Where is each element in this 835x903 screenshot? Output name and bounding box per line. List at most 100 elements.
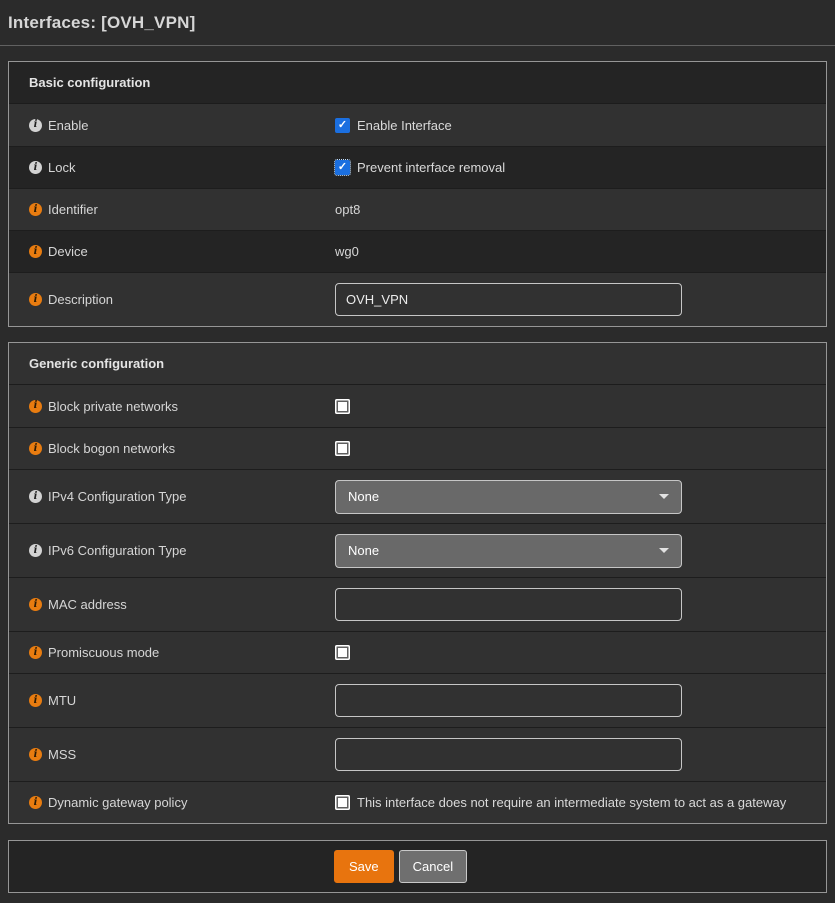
field-label-cell: i MSS (9, 747, 335, 762)
field-control-cell (335, 399, 826, 414)
field-label-cell: i IPv6 Configuration Type (9, 543, 335, 558)
action-bar: Save Cancel (8, 840, 827, 893)
field-label-cell: i Lock (9, 160, 335, 175)
field-control-cell (335, 738, 826, 771)
mss-input[interactable] (335, 738, 682, 771)
field-control-cell: This interface does not require an inter… (335, 795, 826, 810)
info-icon: i (29, 796, 42, 809)
save-button[interactable]: Save (334, 850, 394, 883)
cancel-button[interactable]: Cancel (399, 850, 467, 883)
field-label-cell: i Device (9, 244, 335, 259)
field-value: opt8 (335, 202, 360, 217)
info-icon: i (29, 161, 42, 174)
field-label-cell: i Promiscuous mode (9, 645, 335, 660)
description-input[interactable] (335, 283, 682, 316)
checkbox-label: Enable Interface (357, 118, 452, 133)
panel-basic-configuration: Basic configuration i Enable ✓ Enable Inter… (8, 61, 827, 327)
form-row-promiscuous-mode: i Promiscuous mode (9, 631, 826, 673)
info-icon: i (29, 646, 42, 659)
field-label-cell: i Block private networks (9, 399, 335, 414)
field-label-cell: i Identifier (9, 202, 335, 217)
field-control-cell (335, 441, 826, 456)
form-row-identifier: i Identifier opt8 (9, 188, 826, 230)
field-label: Enable (48, 118, 88, 133)
chevron-down-icon (659, 548, 669, 553)
form-row-lock: i Lock ✓ Prevent interface removal (9, 146, 826, 188)
promiscuous-mode-checkbox[interactable] (335, 645, 350, 660)
form-row-enable: i Enable ✓ Enable Interface (9, 104, 826, 146)
form-row-block-private-networks: i Block private networks (9, 385, 826, 427)
field-label: MSS (48, 747, 76, 762)
field-label-cell: i Block bogon networks (9, 441, 335, 456)
form-row-description: i Description (9, 272, 826, 326)
field-label-cell: i Description (9, 292, 335, 307)
info-icon: i (29, 442, 42, 455)
info-icon: i (29, 694, 42, 707)
field-control-cell: opt8 (335, 202, 826, 217)
form-row-mtu: i MTU (9, 673, 826, 727)
info-icon: i (29, 119, 42, 132)
form-row-block-bogon-networks: i Block bogon networks (9, 427, 826, 469)
field-label: Description (48, 292, 113, 307)
section-title: Basic configuration (9, 62, 826, 104)
form-row-ipv4-configuration-type: i IPv4 Configuration Type None (9, 469, 826, 523)
form-row-mac-address: iMAC address (9, 577, 826, 631)
block-private-networks-checkbox[interactable] (335, 399, 350, 414)
field-label: Device (48, 244, 88, 259)
checkbox-label: Prevent interface removal (357, 160, 505, 175)
dynamic-gateway-policy-checkbox[interactable] (335, 795, 350, 810)
section-title: Generic configuration (9, 343, 826, 385)
field-control-cell (335, 684, 826, 717)
field-label-cell: i Dynamic gateway policy (9, 795, 335, 810)
field-label-cell: i MTU (9, 693, 335, 708)
lock-checkbox[interactable]: ✓ (335, 160, 350, 175)
section-body: i Block private networks i Block bogon netw… (9, 385, 826, 823)
title-bar: Interfaces: [OVH_VPN] (0, 0, 835, 46)
panel-generic-configuration: Generic configuration i Block private net… (8, 342, 827, 824)
field-label: Dynamic gateway policy (48, 795, 187, 810)
info-icon: i (29, 400, 42, 413)
info-icon: i (29, 490, 42, 503)
ipv6-configuration-type-select[interactable]: None (335, 534, 682, 568)
field-label-cell: iMAC address (9, 597, 335, 612)
field-label: Promiscuous mode (48, 645, 159, 660)
page-title: Interfaces: [OVH_VPN] (8, 13, 827, 33)
mac-address-input[interactable] (335, 588, 682, 621)
block-bogon-networks-checkbox[interactable] (335, 441, 350, 456)
enable-checkbox[interactable]: ✓ (335, 118, 350, 133)
field-control-cell: None (335, 534, 826, 568)
form-row-mss: i MSS (9, 727, 826, 781)
info-icon: i (29, 544, 42, 557)
field-label: MTU (48, 693, 76, 708)
field-control-cell: None (335, 480, 826, 514)
field-label-cell: i Enable (9, 118, 335, 133)
field-label: Block private networks (48, 399, 178, 414)
section-body: i Enable ✓ Enable Interface i Lock ✓ Prevent in… (9, 104, 826, 326)
form-row-device: i Device wg0 (9, 230, 826, 272)
checkbox-label: This interface does not require an inter… (357, 795, 786, 810)
field-label: IPv6 Configuration Type (48, 543, 187, 558)
field-control-cell (335, 645, 826, 660)
field-control-cell: wg0 (335, 244, 826, 259)
field-control-cell: ✓ Enable Interface (335, 118, 826, 133)
form-row-dynamic-gateway-policy: i Dynamic gateway policy This interface do… (9, 781, 826, 823)
info-icon: i (29, 203, 42, 216)
select-value: None (348, 543, 379, 558)
field-label: Lock (48, 160, 75, 175)
info-icon: i (29, 293, 42, 306)
ipv4-configuration-type-select[interactable]: None (335, 480, 682, 514)
form-row-ipv6-configuration-type: i IPv6 Configuration Type None (9, 523, 826, 577)
info-icon: i (29, 245, 42, 258)
mtu-input[interactable] (335, 684, 682, 717)
field-label-cell: i IPv4 Configuration Type (9, 489, 335, 504)
field-label: IPv4 Configuration Type (48, 489, 187, 504)
field-label: Identifier (48, 202, 98, 217)
field-control-cell (335, 283, 826, 316)
info-icon: i (29, 598, 42, 611)
field-control-cell (335, 588, 826, 621)
info-icon: i (29, 748, 42, 761)
field-label: Block bogon networks (48, 441, 175, 456)
field-value: wg0 (335, 244, 359, 259)
chevron-down-icon (659, 494, 669, 499)
field-control-cell: ✓ Prevent interface removal (335, 160, 826, 175)
